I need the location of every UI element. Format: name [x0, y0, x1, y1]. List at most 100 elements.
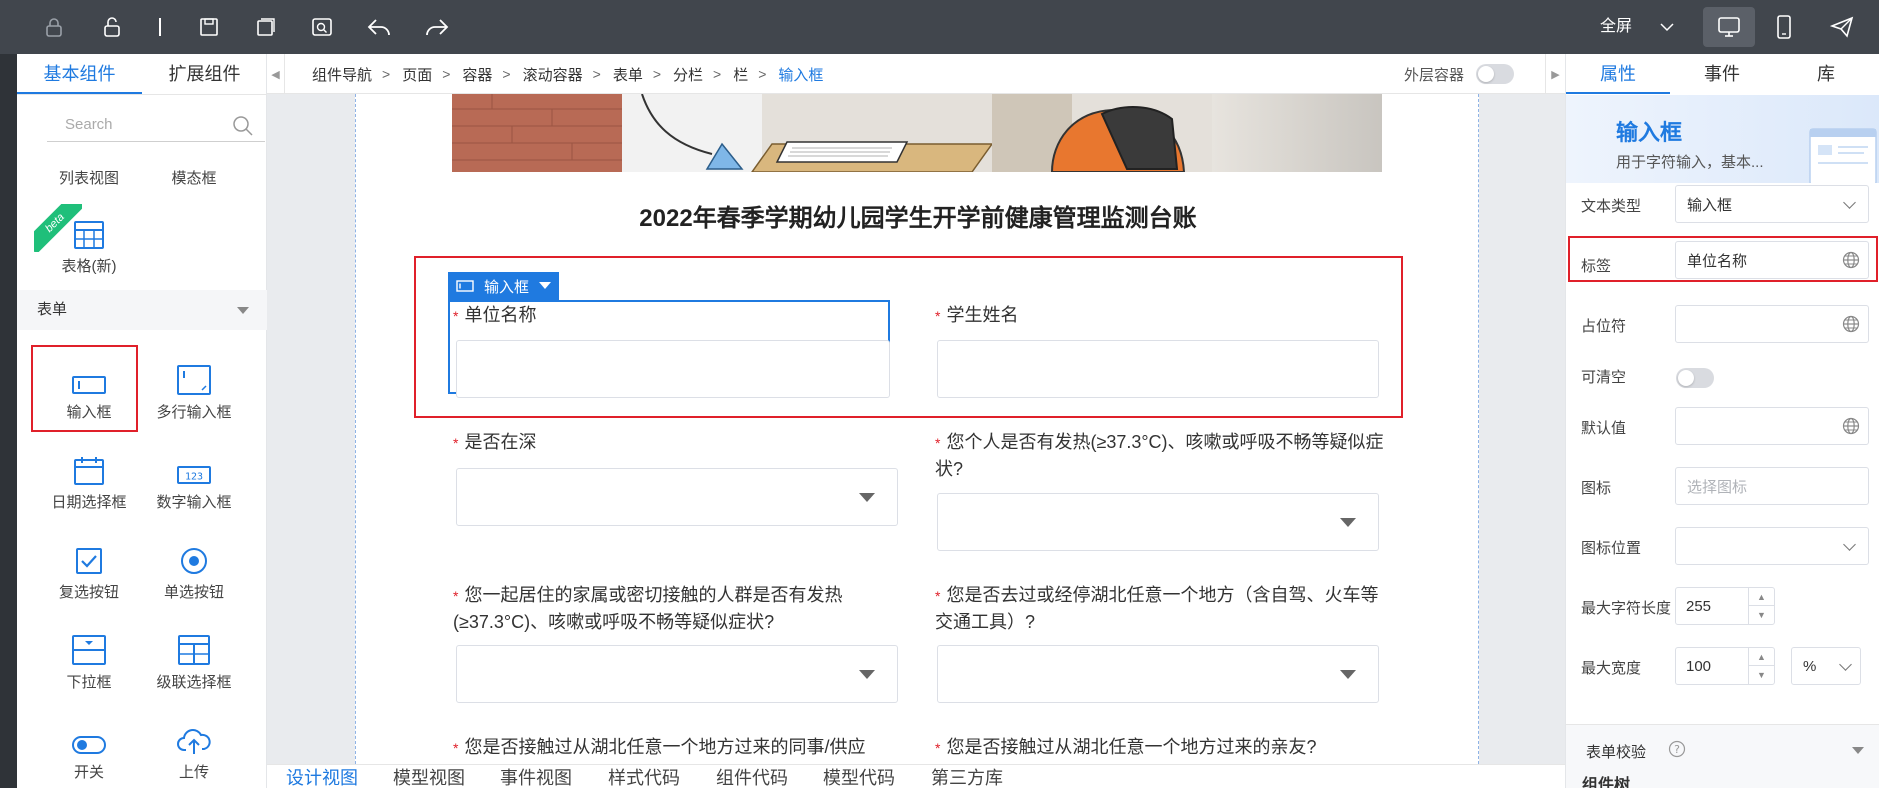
undo-icon[interactable]	[363, 11, 395, 43]
tab-model-code[interactable]: 模型代码	[823, 767, 895, 788]
family-fever-select[interactable]	[456, 645, 898, 703]
component-tree-section[interactable]: 组件树	[1566, 774, 1879, 788]
caret-down-icon	[237, 307, 249, 314]
mobile-view-button[interactable]	[1768, 11, 1800, 43]
text-type-value: 输入框	[1687, 196, 1733, 214]
cursor-icon[interactable]	[144, 11, 176, 43]
icon-picker[interactable]: 选择图标	[1675, 467, 1869, 505]
publish-button[interactable]	[1826, 11, 1858, 43]
tab-basic-components[interactable]: 基本组件	[17, 54, 142, 94]
globe-icon[interactable]	[1842, 417, 1860, 435]
unlock-icon[interactable]	[96, 11, 128, 43]
caret-down-icon[interactable]	[539, 282, 552, 290]
tab-extended-components[interactable]: 扩展组件	[142, 54, 267, 94]
chevron-right-icon: >	[442, 66, 451, 82]
hubei-visit-select[interactable]	[937, 645, 1379, 703]
tab-library[interactable]: 库	[1774, 54, 1878, 94]
breadcrumb-item[interactable]: 栏	[733, 64, 748, 85]
breadcrumb-item[interactable]: 组件导航	[312, 64, 372, 85]
breadcrumb-item[interactable]: 分栏	[673, 64, 703, 85]
list-view-item[interactable]: 列表视图	[35, 166, 143, 192]
breadcrumb-item[interactable]: 页面	[402, 64, 432, 85]
side-rail	[0, 54, 17, 788]
component-title: 输入框	[1616, 120, 1683, 145]
tag-input[interactable]: 单位名称	[1675, 241, 1869, 279]
validation-section[interactable]: 表单校验 ?	[1566, 724, 1879, 774]
textarea-item[interactable]: 多行输入框	[140, 350, 248, 426]
breadcrumb-current[interactable]: 输入框	[778, 64, 823, 85]
tab-events[interactable]: 事件	[1670, 54, 1774, 94]
tab-model-view[interactable]: 模型视图	[393, 767, 465, 788]
validation-title: 表单校验	[1586, 744, 1647, 761]
fullscreen-select[interactable]: 全屏	[1600, 0, 1674, 54]
redo-icon[interactable]	[421, 11, 453, 43]
globe-icon[interactable]	[1842, 251, 1860, 269]
required-icon: *	[935, 740, 941, 756]
collapse-right-button[interactable]: ▶	[1545, 54, 1565, 94]
outer-container-toggle[interactable]	[1476, 64, 1515, 84]
form-title: 2022年春季学期幼儿园学生开学前健康管理监测台账	[639, 205, 1197, 232]
svg-text:123: 123	[185, 472, 203, 483]
field-label-text: 单位名称	[464, 305, 537, 325]
in-shenzhen-select[interactable]	[456, 468, 898, 526]
max-width-stepper[interactable]: ▲ ▼	[1748, 648, 1774, 684]
field-label-text: 您是否接触过从湖北任意一个地方过来的亲友?	[946, 737, 1317, 757]
max-width-unit-select[interactable]: %	[1791, 647, 1861, 685]
search-input[interactable]	[47, 109, 217, 139]
globe-icon[interactable]	[1842, 315, 1860, 333]
max-width-label: 最大宽度	[1581, 660, 1642, 677]
preview-icon[interactable]	[306, 11, 338, 43]
max-length-stepper[interactable]: ▲ ▼	[1748, 588, 1774, 624]
send-icon	[1830, 16, 1854, 38]
search-icon[interactable]	[231, 114, 255, 138]
clearable-toggle[interactable]	[1676, 368, 1714, 388]
lock-icon[interactable]	[38, 11, 70, 43]
upload-item[interactable]: 上传	[140, 710, 248, 786]
max-width-input[interactable]: 100 ▲ ▼	[1675, 647, 1775, 685]
breadcrumb-item[interactable]: 表单	[613, 64, 643, 85]
table-new-item[interactable]: 表格(新)	[35, 204, 143, 280]
date-picker-item[interactable]: 日期选择框	[35, 440, 143, 516]
unit-name-input[interactable]	[456, 340, 890, 398]
chevron-down-icon[interactable]: ▼	[1749, 606, 1774, 624]
svg-text:?: ?	[1674, 743, 1680, 756]
breadcrumb-item[interactable]: 滚动容器	[523, 64, 583, 85]
switch-item[interactable]: 开关	[35, 710, 143, 786]
checkbox-item[interactable]: 复选按钮	[35, 530, 143, 606]
breadcrumb-item[interactable]: 容器	[462, 64, 492, 85]
switch-icon	[35, 710, 143, 760]
icon-position-label: 图标位置	[1581, 540, 1642, 557]
default-value-input[interactable]	[1675, 407, 1869, 445]
save-icon[interactable]	[193, 11, 225, 43]
desktop-view-button[interactable]	[1703, 7, 1755, 47]
chevron-up-icon[interactable]: ▲	[1749, 648, 1774, 666]
tab-design-view[interactable]: 设计视图	[286, 767, 358, 788]
select-item[interactable]: 下拉框	[35, 620, 143, 696]
chevron-up-icon[interactable]: ▲	[1749, 588, 1774, 606]
radio-item[interactable]: 单选按钮	[140, 530, 248, 606]
textarea-icon	[140, 350, 248, 400]
fever-select[interactable]	[937, 493, 1379, 551]
caret-down-icon	[1340, 670, 1356, 679]
form-section-header[interactable]: 表单	[17, 290, 267, 330]
placeholder-input[interactable]	[1675, 305, 1869, 343]
tab-style-code[interactable]: 样式代码	[608, 767, 680, 788]
modal-item[interactable]: 模态框	[140, 166, 248, 192]
checkbox-icon	[35, 530, 143, 580]
collapse-left-button[interactable]: ◀	[267, 54, 285, 94]
tab-component-code[interactable]: 组件代码	[716, 767, 788, 788]
text-type-select[interactable]: 输入框	[1675, 185, 1869, 223]
tab-event-view[interactable]: 事件视图	[500, 767, 572, 788]
chevron-down-icon[interactable]: ▼	[1749, 666, 1774, 684]
tab-third-party-libs[interactable]: 第三方库	[931, 767, 1003, 788]
number-input-item[interactable]: 123 数字输入框	[140, 440, 248, 516]
input-item[interactable]: 输入框	[35, 350, 143, 426]
tab-properties[interactable]: 属性	[1566, 54, 1670, 94]
selected-component-tag[interactable]: 输入框	[448, 272, 560, 300]
max-length-input[interactable]: 255 ▲ ▼	[1675, 587, 1775, 625]
save-as-icon[interactable]	[250, 11, 282, 43]
student-name-input[interactable]	[937, 340, 1379, 398]
icon-position-select[interactable]	[1675, 527, 1869, 565]
help-icon[interactable]: ?	[1668, 740, 1686, 758]
cascader-item[interactable]: 级联选择框	[140, 620, 248, 696]
